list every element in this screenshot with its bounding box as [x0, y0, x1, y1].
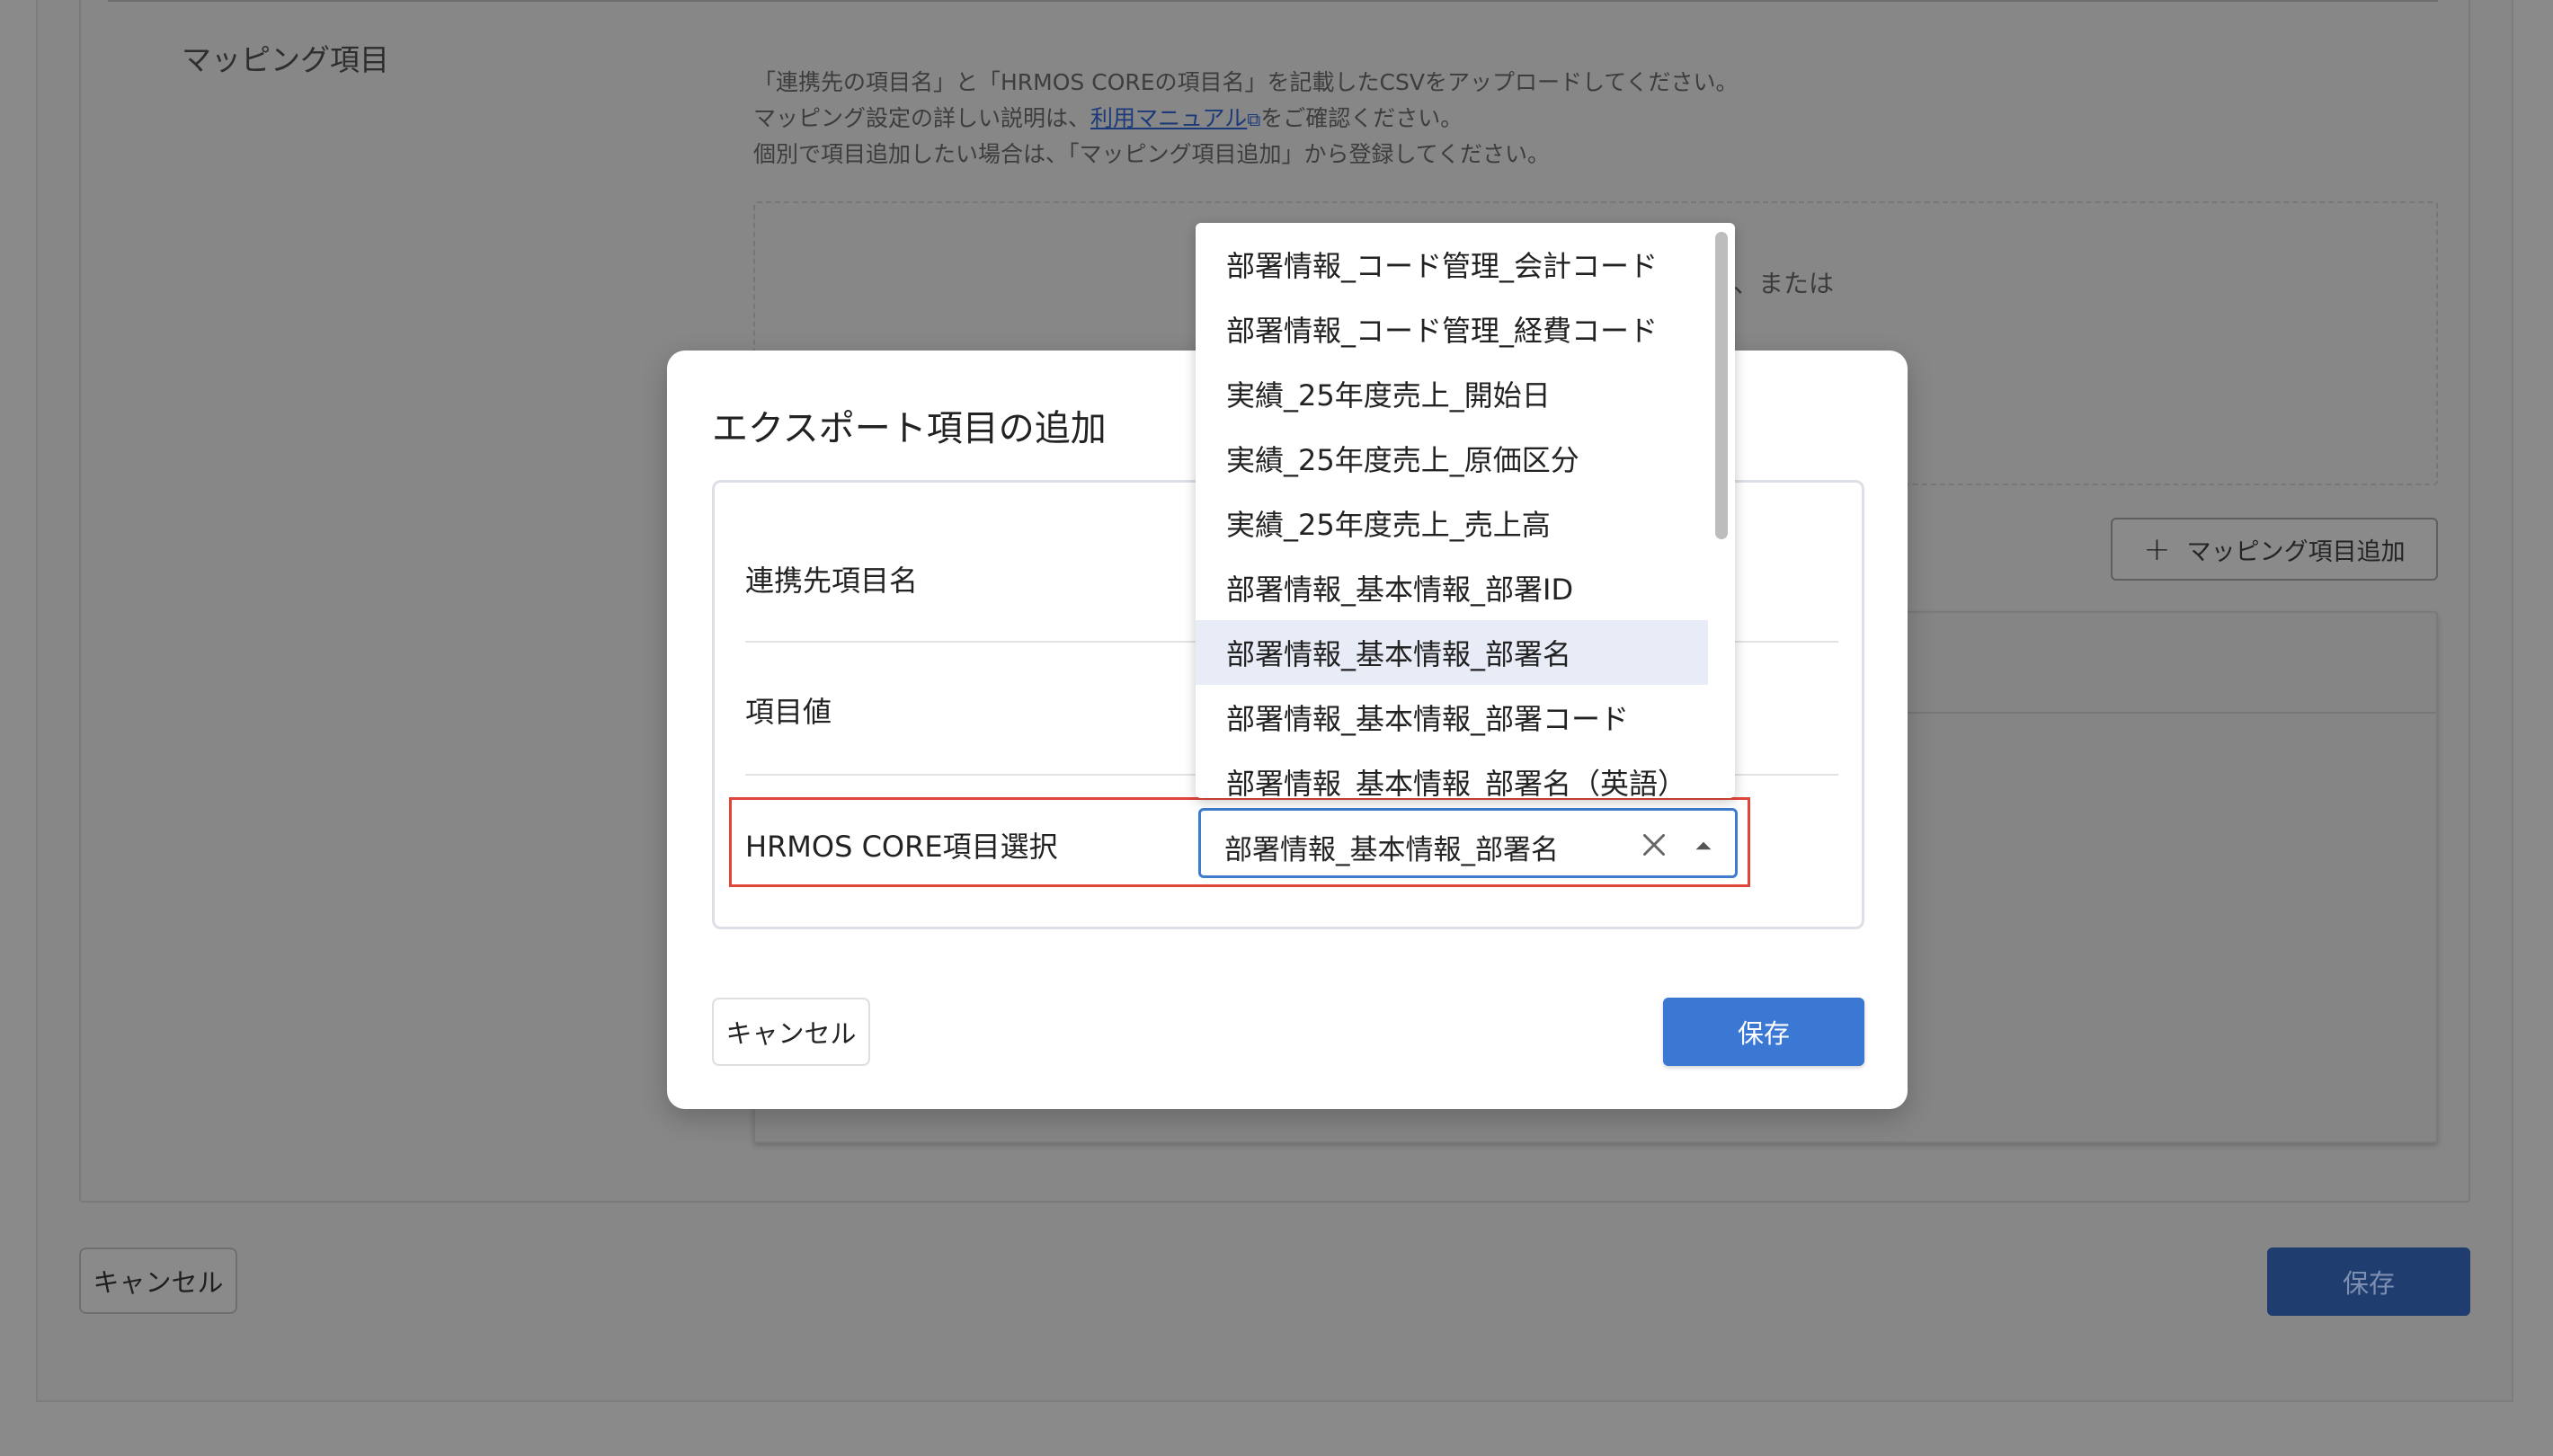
description-text: マッピング設定の詳しい説明は、	[753, 105, 1091, 131]
dropdown-option[interactable]: 部署情報_基本情報_部署名（英語）	[1196, 750, 1708, 798]
dropdown-option[interactable]: 部署情報_基本情報_部署名	[1196, 620, 1708, 685]
page: マッピング項目 「連携先の項目名」と「HRMOS COREの項目名」を記載したC…	[0, 0, 2553, 1456]
value-label: 項目値	[745, 695, 832, 729]
core-item-select[interactable]: 部署情報_基本情報_部署名	[1198, 808, 1738, 878]
section-title: マッピング項目	[182, 42, 389, 77]
modal-title: エクスポート項目の追加	[712, 408, 1107, 449]
dropdown-option[interactable]: 部署情報_基本情報_部署コード	[1196, 685, 1708, 750]
dropdown-option[interactable]: 実績_25年度売上_開始日	[1196, 361, 1708, 426]
caret-up-icon[interactable]	[1688, 830, 1719, 861]
dropdown-option[interactable]: 実績_25年度売上_原価区分	[1196, 426, 1708, 491]
modal-cancel-button[interactable]: キャンセル	[712, 998, 870, 1066]
dropdown-list: 部署情報_コード管理_会計コード 部署情報_コード管理_経費コード 実績_25年…	[1196, 232, 1708, 798]
dropdown-option[interactable]: 実績_25年度売上_売上高	[1196, 491, 1708, 555]
page-cancel-button[interactable]: キャンセル	[79, 1247, 237, 1314]
page-save-button[interactable]: 保存	[2267, 1247, 2470, 1316]
modal-save-button[interactable]: 保存	[1663, 998, 1864, 1066]
description-line-2: マッピング設定の詳しい説明は、利用マニュアル⧉をご確認ください。	[753, 101, 1463, 133]
plus-icon: +	[2143, 530, 2171, 568]
partner-field-label: 連携先項目名	[745, 564, 919, 598]
core-select-label: HRMOS CORE項目選択	[745, 830, 1058, 864]
section-divider	[108, 0, 2438, 2]
add-mapping-item-label: マッピング項目追加	[2186, 537, 2406, 566]
description-line-3: 個別で項目追加したい場合は、「マッピング項目追加」から登録してください。	[753, 141, 1551, 167]
dropdown-scrollbar[interactable]	[1715, 232, 1728, 762]
description-line-1: 「連携先の項目名」と「HRMOS COREの項目名」を記載したCSVをアップロー…	[753, 69, 1739, 95]
clear-icon[interactable]	[1638, 829, 1670, 861]
dropdown-option[interactable]: 部署情報_基本情報_部署ID	[1196, 555, 1708, 620]
dropdown-option[interactable]: 部署情報_コード管理_経費コード	[1196, 297, 1708, 361]
dropdown-option[interactable]: 部署情報_コード管理_会計コード	[1196, 232, 1708, 297]
manual-link[interactable]: 利用マニュアル	[1090, 105, 1247, 131]
dropdown-scroll-thumb[interactable]	[1715, 232, 1728, 539]
external-link-icon: ⧉	[1247, 109, 1261, 130]
add-mapping-item-button[interactable]: + マッピング項目追加	[2111, 518, 2438, 581]
description-text: をご確認ください。	[1260, 105, 1463, 131]
core-item-dropdown: 部署情報_コード管理_会計コード 部署情報_コード管理_経費コード 実績_25年…	[1196, 223, 1735, 798]
core-item-select-value: 部署情報_基本情報_部署名	[1224, 834, 1559, 866]
